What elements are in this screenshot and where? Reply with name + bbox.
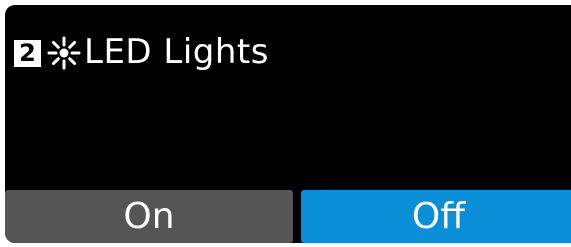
led-lights-panel: 2 LED Lights On Off (5, 5, 571, 243)
on-button[interactable]: On (5, 190, 293, 243)
page-title: LED Lights (84, 32, 269, 72)
led-sun-icon (47, 36, 81, 70)
channel-number-badge: 2 (14, 39, 41, 67)
off-button[interactable]: Off (301, 190, 571, 243)
panel-header: 2 LED Lights (14, 27, 269, 77)
